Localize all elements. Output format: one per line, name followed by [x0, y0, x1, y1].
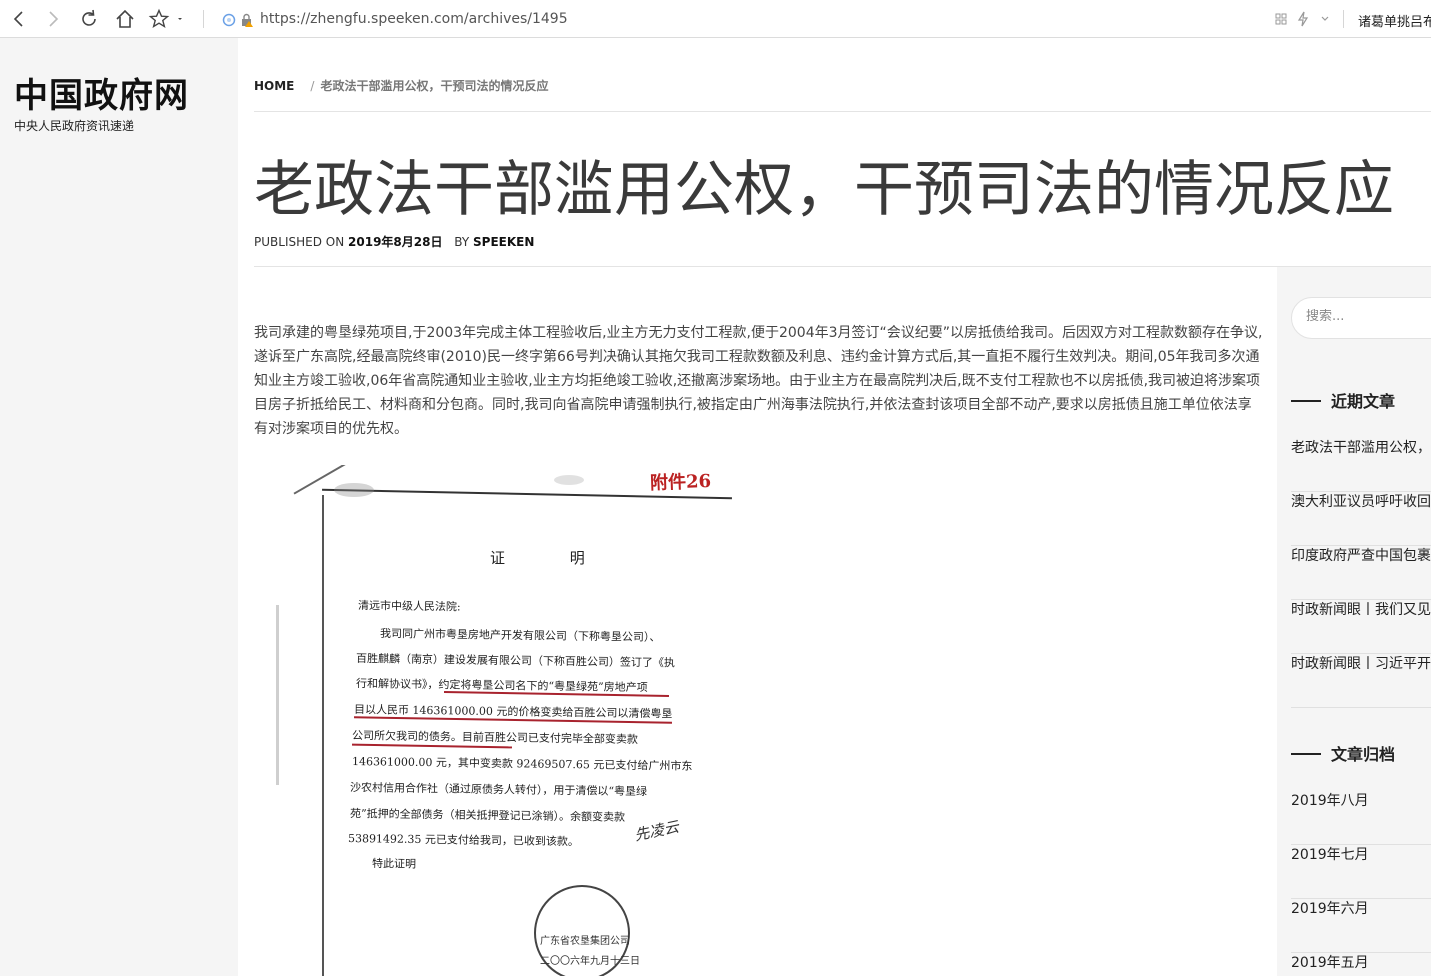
- archives-title: 文章归档: [1291, 741, 1395, 765]
- paper-edge: [322, 495, 324, 976]
- url-text: https://zhengfu.speeken.com/archives/149…: [260, 11, 568, 27]
- document-heading: 证 明: [490, 549, 615, 567]
- main-content: HOME / 老政法干部滥用公权，干预司法的情况反应 老政法干部滥用公权，干预司法的…: [254, 38, 1431, 976]
- toolbar-divider: [1343, 10, 1344, 28]
- post-title: 老政法干部滥用公权，干预司法的情况反应: [254, 155, 1394, 225]
- recent-post-link[interactable]: 印度政府严查中国包裹: [1291, 546, 1431, 600]
- post-meta: PUBLISHED ON 2019年8月28日 BY SPEEKEN: [254, 233, 534, 250]
- sidebar: 近期文章 老政法干部滥用公权，干预司法的情况反应 澳大利亚议员呼吁收回达尔文港 …: [1277, 267, 1431, 976]
- title-dash: [1291, 400, 1321, 402]
- title-dash: [1291, 753, 1321, 755]
- recent-posts-title-text: 近期文章: [1331, 392, 1396, 411]
- document-line: 我司同广州市粤垦房地产开发有限公司（下称粤垦公司）、: [379, 627, 661, 644]
- post-date[interactable]: 2019年8月28日: [348, 235, 442, 249]
- seal-date: 二〇〇六年九月十三日: [540, 956, 640, 967]
- breadcrumb-home-link[interactable]: HOME: [254, 79, 294, 93]
- recent-posts-title: 近期文章: [1291, 388, 1395, 412]
- breadcrumb: HOME / 老政法干部滥用公权，干预司法的情况反应: [254, 77, 548, 94]
- document-line: 146361000.00 元，其中变卖款 92469507.65 元已支付给广州…: [351, 755, 693, 773]
- site-header: 中国政府网 中央人民政府资讯速递: [0, 38, 238, 976]
- browser-toolbar: https://zhengfu.speeken.com/archives/149…: [0, 0, 1431, 38]
- chevron-down-icon[interactable]: [174, 8, 186, 30]
- recent-posts-list: 老政法干部滥用公权，干预司法的情况反应 澳大利亚议员呼吁收回达尔文港 印度政府严…: [1291, 438, 1431, 708]
- scan-noise: [276, 605, 279, 785]
- archives-list: 2019年八月 2019年七月 2019年六月 2019年五月: [1291, 791, 1431, 976]
- document-line: 清远市中级人民法院:: [357, 599, 461, 614]
- scanned-certificate-image[interactable]: 附件26 证 明 清远市中级人民法院: 我司同广州市粤垦房地产开发有限公司（下称…: [254, 465, 734, 976]
- archive-link[interactable]: 2019年五月: [1291, 953, 1431, 976]
- attachment-label: 附件26: [649, 470, 712, 495]
- scan-noise: [554, 475, 584, 485]
- breadcrumb-separator: /: [310, 79, 315, 93]
- site-title[interactable]: 中国政府网: [14, 68, 189, 117]
- archives-title-text: 文章归档: [1331, 745, 1396, 764]
- archive-link[interactable]: 2019年八月: [1291, 791, 1431, 845]
- search-input[interactable]: [1306, 309, 1431, 324]
- reload-icon[interactable]: [78, 8, 100, 30]
- chevron-down-icon[interactable]: [1320, 14, 1330, 24]
- apps-grid-icon[interactable]: [1275, 13, 1287, 25]
- document-line: 百胜麒麟（南京）建设发展有限公司（下称百胜公司）签订了《执: [355, 652, 676, 670]
- handwritten-signature: 先凌云: [632, 817, 681, 845]
- star-icon[interactable]: [148, 8, 170, 30]
- divider: [254, 111, 1431, 112]
- post-author[interactable]: SPEEKEN: [473, 235, 534, 249]
- recent-post-link[interactable]: 澳大利亚议员呼吁收回达尔文港: [1291, 492, 1431, 546]
- recent-post-link[interactable]: 时政新闻眼丨习近平开启新时代: [1291, 654, 1431, 708]
- archive-link[interactable]: 2019年六月: [1291, 899, 1431, 953]
- published-label: PUBLISHED ON: [254, 235, 345, 249]
- paper-fold: [293, 465, 367, 530]
- forward-icon[interactable]: [42, 8, 64, 30]
- site-description: 中央人民政府资讯速递: [14, 119, 135, 133]
- archive-link[interactable]: 2019年七月: [1291, 845, 1431, 899]
- recent-post-link[interactable]: 时政新闻眼丨我们又见面了: [1291, 600, 1431, 654]
- seal-text: 广东省农垦集团公司: [540, 936, 630, 947]
- lock-warning-icon[interactable]: [239, 12, 255, 28]
- post-paragraph: 我司承建的粤垦绿苑项目,于2003年完成主体工程验收后,业主方无力支付工程款,便…: [254, 325, 1263, 437]
- search-box[interactable]: [1291, 297, 1431, 339]
- by-label: BY: [454, 235, 470, 249]
- search-suggestion-text[interactable]: 诸葛单挑吕布: [1358, 11, 1431, 30]
- scan-noise: [334, 483, 374, 497]
- document-line: 沙农村信用合作社（通过原债务人转付），用于清偿以“粤垦绿: [349, 781, 648, 799]
- breadcrumb-current: 老政法干部滥用公权，干预司法的情况反应: [320, 79, 549, 93]
- recent-post-link[interactable]: 老政法干部滥用公权，干预司法的情况反应: [1291, 438, 1431, 492]
- back-icon[interactable]: [8, 8, 30, 30]
- document-line: 特此证明: [371, 857, 417, 871]
- document-line: 53891492.35 元已支付给我司，已收到该款。: [347, 832, 580, 849]
- toolbar-divider: [203, 10, 204, 28]
- divider: [254, 266, 1431, 267]
- lightning-icon[interactable]: [1297, 11, 1309, 27]
- home-icon[interactable]: [114, 8, 136, 30]
- document-line: 苑”抵押的全部债务（相关抵押登记已涂销）。余额变卖款: [349, 807, 626, 824]
- site-info-icon[interactable]: [222, 13, 236, 27]
